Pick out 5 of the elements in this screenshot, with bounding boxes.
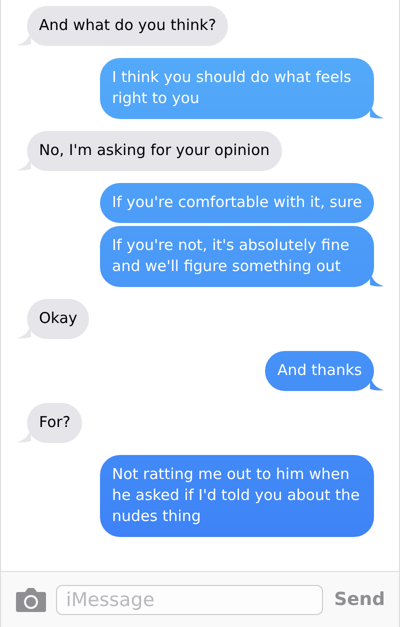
- camera-icon[interactable]: [15, 586, 47, 612]
- message-bubble: If you're comfortable with it, sure: [100, 183, 374, 223]
- send-button[interactable]: Send: [332, 589, 387, 610]
- message-input[interactable]: iMessage: [56, 584, 324, 614]
- message-bubble: Not ratting me out to him when he asked if I'd told you about the nudes thing: [100, 455, 374, 537]
